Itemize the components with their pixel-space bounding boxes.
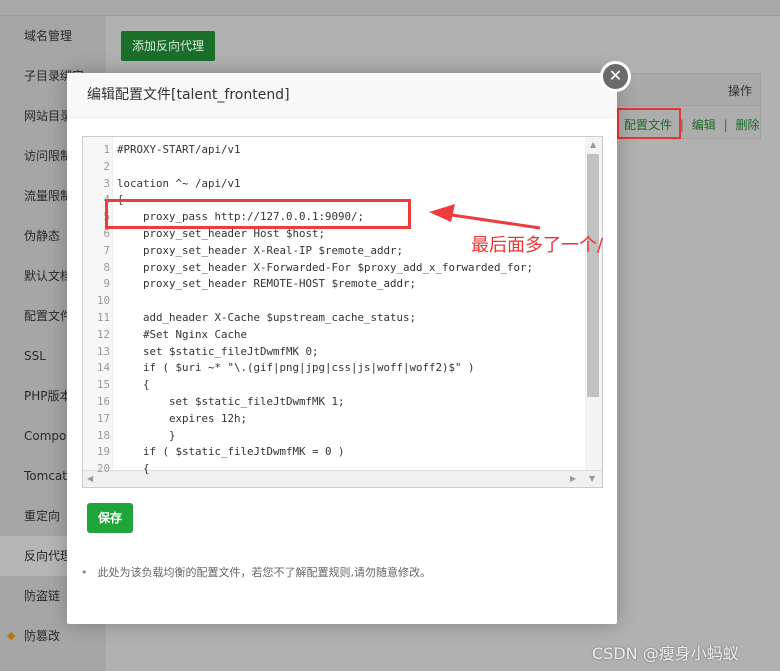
save-button[interactable]: 保存: [87, 503, 133, 533]
sidebar-item[interactable]: 域名管理: [0, 16, 106, 56]
line-number: 3: [103, 176, 110, 190]
edit-config-modal: 编辑配置文件[talent_frontend] ▲ ◀ ▶ ▼ 1 #PROXY-…: [67, 73, 617, 624]
scroll-thumb[interactable]: [587, 154, 599, 397]
close-icon[interactable]: ✕: [600, 61, 631, 92]
code-line: set $static_fileJtDwmfMK 0;: [117, 344, 319, 358]
sidebar-item-label: 网站目录: [24, 109, 73, 123]
sidebar-item-label: 重定向: [24, 509, 61, 523]
code-line: proxy_set_header X-Forwarded-For $proxy_…: [117, 260, 534, 274]
delete-link[interactable]: 删除: [735, 118, 759, 132]
separator: |: [723, 118, 728, 132]
ops-header: 操作: [727, 84, 752, 98]
scroll-down-icon[interactable]: ▼: [589, 474, 595, 483]
scroll-up-icon[interactable]: ▲: [590, 140, 596, 149]
diamond-icon: ◆: [7, 629, 16, 642]
code-editor[interactable]: ▲ ◀ ▶ ▼ 1 #PROXY-START/api/v1 2 3 location ^…: [82, 136, 603, 488]
sidebar-item-label: 流量限制: [24, 189, 73, 203]
code-line: }: [117, 428, 176, 442]
line-number: 2: [103, 159, 110, 173]
line-number: 12: [96, 327, 110, 341]
sidebar-item-label: PHP版本: [24, 389, 72, 403]
sidebar-item-label: 域名管理: [24, 29, 73, 43]
line-number: 1: [103, 143, 110, 156]
modal-title: 编辑配置文件[talent_frontend]: [67, 73, 617, 118]
code-line: proxy_set_header X-Real-IP $remote_addr;: [117, 243, 404, 257]
annotation-highlight: [105, 199, 411, 229]
sidebar-item-label: 防篡改: [24, 629, 61, 643]
line-number: 16: [96, 395, 110, 408]
code-line: #PROXY-START/api/v1: [117, 143, 241, 156]
code-line: proxy_set_header REMOTE-HOST $remote_add…: [117, 277, 417, 291]
line-number: 13: [96, 344, 110, 358]
sidebar-item-label: SSL: [24, 349, 46, 363]
annotation-arrow-icon: [429, 204, 541, 230]
sidebar-item-label: 伪静态: [24, 229, 61, 243]
line-number: 11: [96, 311, 110, 324]
sidebar-item-label: 配置文件: [24, 309, 73, 323]
code-line: {: [117, 462, 150, 476]
line-number: 14: [96, 361, 110, 375]
code-line: if ( $static_fileJtDwmfMK = 0 ): [117, 445, 345, 459]
sidebar-item-label: 访问限制: [24, 149, 73, 163]
highlight-box: [617, 108, 681, 139]
line-number: 19: [96, 445, 110, 459]
scroll-right-icon[interactable]: ▶: [570, 474, 576, 483]
line-number: 10: [96, 294, 110, 308]
sidebar-item-label: 防盗链: [24, 589, 61, 603]
annotation-text: 最后面多了一个/: [471, 235, 604, 256]
sidebar-item-label: Tomcat: [24, 469, 67, 483]
line-number: 18: [96, 428, 110, 442]
line-number: 8: [103, 260, 110, 274]
sidebar-item-label: 默认文档: [24, 269, 73, 283]
code-line: {: [117, 378, 150, 392]
edit-link[interactable]: 编辑: [692, 118, 716, 132]
config-note: 此处为该负载均衡的配置文件，若您不了解配置规则,请勿随意修改。: [81, 564, 432, 580]
line-number: 20: [96, 462, 110, 476]
add-reverse-proxy-button[interactable]: 添加反向代理: [121, 31, 215, 61]
code-line: location ^~ /api/v1: [117, 176, 241, 190]
sidebar-item-label: 反向代理: [24, 549, 73, 563]
code-line: #Set Nginx Cache: [117, 327, 248, 341]
code-line: expires 12h;: [117, 411, 248, 425]
line-number: 9: [103, 277, 110, 291]
code-line: if ( $uri ~* "\.(gif|png|jpg|css|js|woff…: [117, 361, 475, 375]
vertical-scrollbar[interactable]: ▲: [585, 137, 602, 472]
code-line: set $static_fileJtDwmfMK 1;: [117, 395, 345, 408]
watermark: CSDN @瘦身小蚂蚁: [592, 644, 739, 663]
code-line: add_header X-Cache $upstream_cache_statu…: [117, 311, 417, 324]
top-bar: [0, 0, 780, 16]
line-number: 17: [96, 411, 110, 425]
line-number: 7: [103, 243, 110, 257]
line-number: 15: [96, 378, 110, 392]
horizontal-scrollbar[interactable]: ◀ ▶ ▼: [83, 470, 602, 487]
